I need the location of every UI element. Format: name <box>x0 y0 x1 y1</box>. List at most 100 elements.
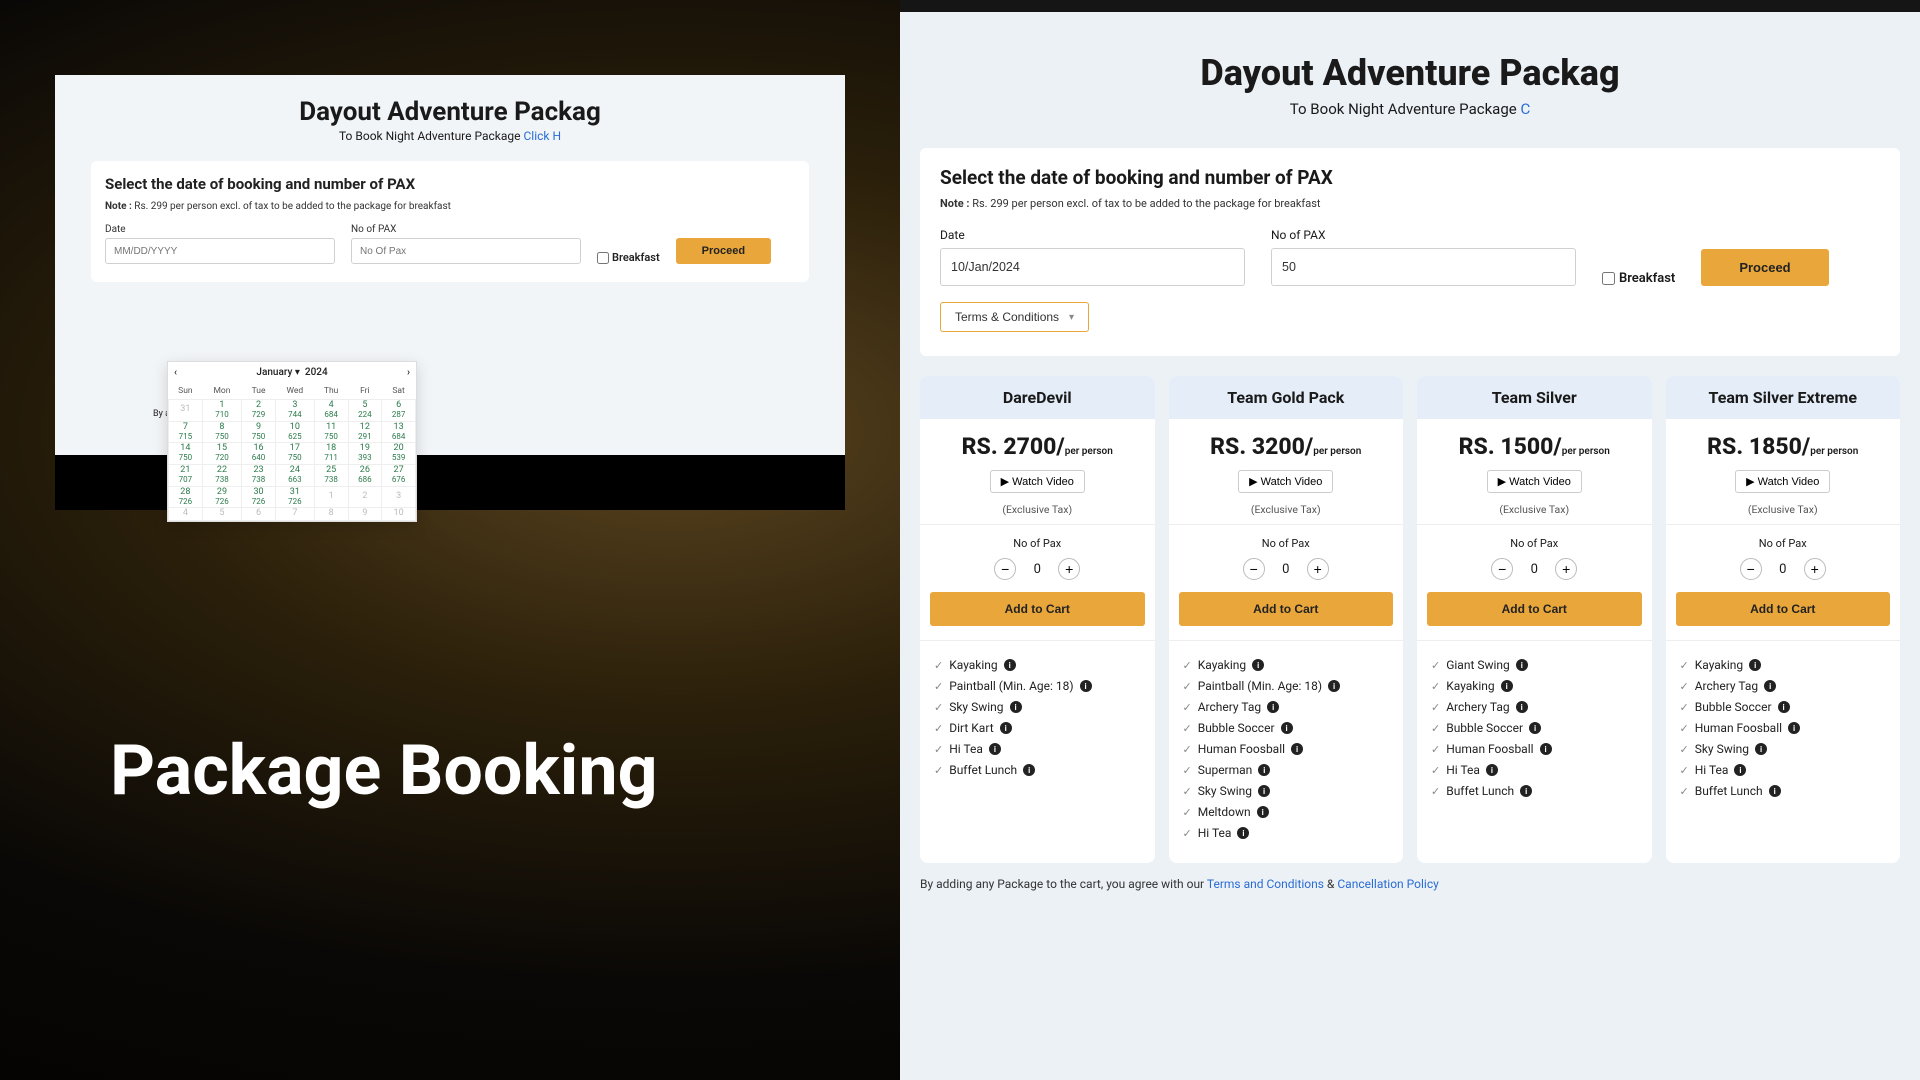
calendar-day[interactable]: 19393 <box>348 443 382 465</box>
info-icon[interactable]: i <box>1486 764 1498 776</box>
calendar-day[interactable]: 4 <box>169 508 203 521</box>
calendar-day[interactable]: 5224 <box>348 400 382 422</box>
qty-plus-button[interactable]: + <box>1058 558 1080 580</box>
calendar-day[interactable]: 16640 <box>242 443 276 465</box>
info-icon[interactable]: i <box>1755 743 1767 755</box>
info-icon[interactable]: i <box>1000 722 1012 734</box>
add-to-cart-button[interactable]: Add to Cart <box>1179 592 1394 626</box>
calendar-day[interactable]: 6287 <box>382 400 416 422</box>
watch-video-button[interactable]: ▶ Watch Video <box>1487 470 1582 493</box>
info-icon[interactable]: i <box>1258 785 1270 797</box>
calendar-day[interactable]: 3744 <box>275 400 314 422</box>
calendar-day[interactable]: 13684 <box>382 421 416 443</box>
terms-conditions-button[interactable]: Terms & Conditions▾ <box>940 302 1089 332</box>
info-icon[interactable]: i <box>1010 701 1022 713</box>
qty-minus-button[interactable]: − <box>1491 558 1513 580</box>
calendar-day[interactable]: 17750 <box>275 443 314 465</box>
calendar-day[interactable]: 8750 <box>202 421 241 443</box>
info-icon[interactable]: i <box>1540 743 1552 755</box>
info-icon[interactable]: i <box>1516 701 1528 713</box>
calendar-day[interactable]: 2 <box>348 486 382 508</box>
calendar-day[interactable]: 10625 <box>275 421 314 443</box>
breakfast-checkbox[interactable] <box>1602 272 1615 285</box>
qty-minus-button[interactable]: − <box>1740 558 1762 580</box>
calendar-day[interactable]: 29726 <box>202 486 241 508</box>
info-icon[interactable]: i <box>1252 659 1264 671</box>
info-icon[interactable]: i <box>1501 680 1513 692</box>
calendar-day[interactable]: 3 <box>382 486 416 508</box>
calendar-day[interactable]: 4684 <box>314 400 348 422</box>
info-icon[interactable]: i <box>1023 764 1035 776</box>
info-icon[interactable]: i <box>1516 659 1528 671</box>
cancel-policy-link[interactable]: Cancellation Policy <box>1337 877 1438 891</box>
info-icon[interactable]: i <box>1520 785 1532 797</box>
mini-breakfast-checkbox[interactable] <box>597 252 609 264</box>
mini-click-here-link[interactable]: Click H <box>523 129 561 143</box>
info-icon[interactable]: i <box>1769 785 1781 797</box>
calendar-day[interactable]: 1 <box>314 486 348 508</box>
calendar-day[interactable]: 30726 <box>242 486 276 508</box>
calendar-day[interactable]: 25738 <box>314 465 348 487</box>
watch-video-button[interactable]: ▶ Watch Video <box>990 470 1085 493</box>
mini-breakfast-check[interactable]: Breakfast <box>597 251 660 264</box>
cal-prev-icon[interactable]: ‹ <box>174 367 177 378</box>
calendar-day[interactable]: 1710 <box>202 400 241 422</box>
calendar-day[interactable]: 18711 <box>314 443 348 465</box>
info-icon[interactable]: i <box>1080 680 1092 692</box>
calendar-day[interactable]: 12291 <box>348 421 382 443</box>
info-icon[interactable]: i <box>1004 659 1016 671</box>
calendar-day[interactable]: 11750 <box>314 421 348 443</box>
calendar-day[interactable]: 8 <box>314 508 348 521</box>
terms-link[interactable]: Terms and Conditions <box>1207 877 1324 891</box>
calendar-day[interactable]: 5 <box>202 508 241 521</box>
info-icon[interactable]: i <box>1734 764 1746 776</box>
click-here-link[interactable]: C <box>1520 100 1530 118</box>
info-icon[interactable]: i <box>1788 722 1800 734</box>
calendar-day[interactable]: 9 <box>348 508 382 521</box>
calendar-day[interactable]: 9750 <box>242 421 276 443</box>
qty-plus-button[interactable]: + <box>1307 558 1329 580</box>
calendar-day[interactable]: 28726 <box>169 486 203 508</box>
qty-plus-button[interactable]: + <box>1555 558 1577 580</box>
date-input[interactable] <box>940 248 1245 286</box>
info-icon[interactable]: i <box>1257 806 1269 818</box>
calendar-day[interactable]: 23738 <box>242 465 276 487</box>
info-icon[interactable]: i <box>1291 743 1303 755</box>
qty-minus-button[interactable]: − <box>994 558 1016 580</box>
calendar-day[interactable]: 15720 <box>202 443 241 465</box>
calendar-day[interactable]: 10 <box>382 508 416 521</box>
calendar-day[interactable]: 2729 <box>242 400 276 422</box>
cal-next-icon[interactable]: › <box>407 367 410 378</box>
breakfast-check[interactable]: Breakfast <box>1602 271 1675 286</box>
info-icon[interactable]: i <box>1529 722 1541 734</box>
add-to-cart-button[interactable]: Add to Cart <box>930 592 1145 626</box>
info-icon[interactable]: i <box>1237 827 1249 839</box>
calendar-day[interactable]: 27676 <box>382 465 416 487</box>
calendar-day[interactable]: 14750 <box>169 443 203 465</box>
calendar-day[interactable]: 24663 <box>275 465 314 487</box>
calendar-day[interactable]: 31 <box>169 400 203 422</box>
info-icon[interactable]: i <box>1258 764 1270 776</box>
info-icon[interactable]: i <box>1267 701 1279 713</box>
info-icon[interactable]: i <box>1281 722 1293 734</box>
watch-video-button[interactable]: ▶ Watch Video <box>1735 470 1830 493</box>
calendar-day[interactable]: 20539 <box>382 443 416 465</box>
calendar-day[interactable]: 26686 <box>348 465 382 487</box>
proceed-button[interactable]: Proceed <box>1701 249 1828 286</box>
add-to-cart-button[interactable]: Add to Cart <box>1676 592 1891 626</box>
qty-plus-button[interactable]: + <box>1804 558 1826 580</box>
calendar-day[interactable]: 22738 <box>202 465 241 487</box>
calendar-day[interactable]: 21707 <box>169 465 203 487</box>
calendar-day[interactable]: 31726 <box>275 486 314 508</box>
calendar-day[interactable]: 7 <box>275 508 314 521</box>
watch-video-button[interactable]: ▶ Watch Video <box>1238 470 1333 493</box>
info-icon[interactable]: i <box>989 743 1001 755</box>
calendar-day[interactable]: 7715 <box>169 421 203 443</box>
info-icon[interactable]: i <box>1328 680 1340 692</box>
mini-pax-input[interactable] <box>351 238 581 264</box>
info-icon[interactable]: i <box>1778 701 1790 713</box>
calendar-popup[interactable]: ‹ January ▾ 2024 › SunMonTueWedThuFriSat… <box>167 361 417 522</box>
info-icon[interactable]: i <box>1749 659 1761 671</box>
add-to-cart-button[interactable]: Add to Cart <box>1427 592 1642 626</box>
pax-input[interactable] <box>1271 248 1576 286</box>
